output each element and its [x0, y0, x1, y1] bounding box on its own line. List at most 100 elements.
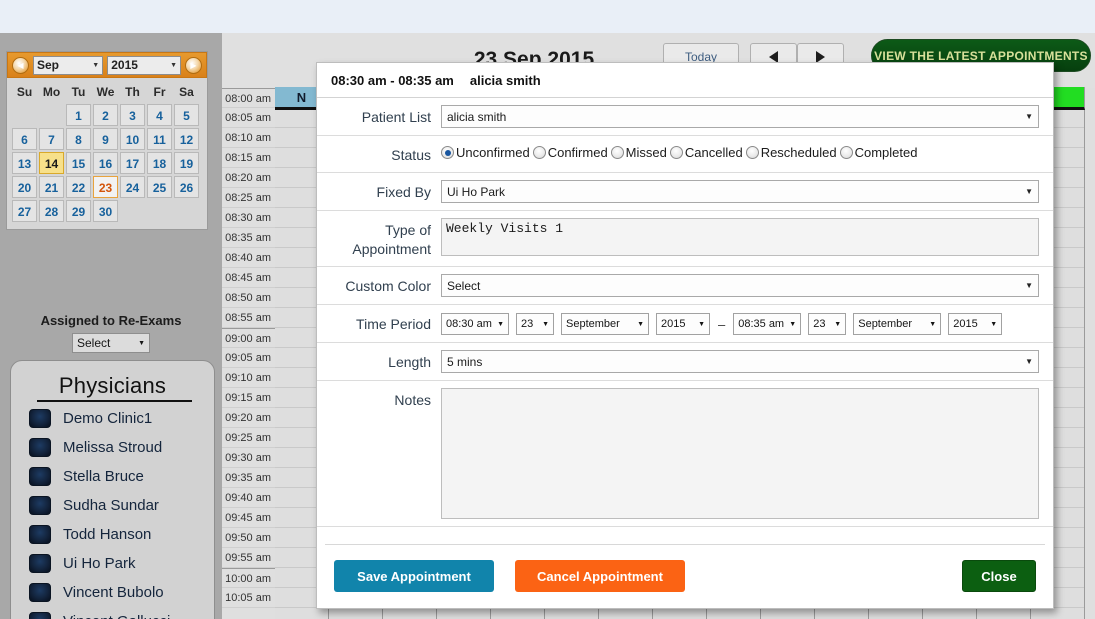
- calendar-day-10[interactable]: 10: [120, 128, 145, 150]
- status-radio-confirmed[interactable]: [532, 146, 546, 159]
- schedule-cell[interactable]: [437, 608, 490, 619]
- calendar-next-icon[interactable]: ▶: [185, 56, 202, 74]
- calendar-day-24[interactable]: 24: [120, 176, 145, 198]
- calendar-day-18[interactable]: 18: [147, 152, 172, 174]
- schedule-cell[interactable]: [329, 608, 382, 619]
- physician-color-swatch[interactable]: [29, 467, 51, 486]
- schedule-cell[interactable]: [761, 608, 814, 619]
- time-slot-label: 08:45 am: [222, 268, 275, 288]
- physician-color-swatch[interactable]: [29, 525, 51, 544]
- calendar-day-empty: [147, 200, 172, 222]
- end-month-select[interactable]: September ▼: [853, 313, 942, 335]
- calendar-day-22[interactable]: 22: [66, 176, 91, 198]
- status-radio-missed[interactable]: [610, 146, 624, 159]
- physician-color-swatch[interactable]: [29, 496, 51, 515]
- schedule-cell[interactable]: [869, 608, 922, 619]
- status-radio-unconfirmed[interactable]: [441, 146, 454, 159]
- schedule-cell[interactable]: [1031, 608, 1084, 619]
- schedule-cell[interactable]: [815, 608, 868, 619]
- physician-color-swatch[interactable]: [29, 554, 51, 573]
- calendar-day-15[interactable]: 15: [66, 152, 91, 174]
- calendar-day-29[interactable]: 29: [66, 200, 91, 222]
- save-appointment-button[interactable]: Save Appointment: [334, 560, 494, 592]
- schedule-cell[interactable]: [653, 608, 706, 619]
- calendar-day-20[interactable]: 20: [12, 176, 37, 198]
- calendar-day-19[interactable]: 19: [174, 152, 199, 174]
- type-of-appointment-label: Type of Appointment: [352, 222, 431, 257]
- physician-list-item[interactable]: Stella Bruce: [11, 462, 214, 491]
- type-of-appointment-textarea[interactable]: Weekly Visits 1: [441, 218, 1039, 256]
- end-year-select[interactable]: 2015 ▼: [948, 313, 1003, 335]
- physician-list-item[interactable]: Sudha Sundar: [11, 491, 214, 520]
- physician-color-swatch[interactable]: [29, 583, 51, 602]
- calendar-day-3[interactable]: 3: [120, 104, 145, 126]
- calendar-year-select[interactable]: 2015 ▼: [107, 55, 181, 75]
- start-time-select[interactable]: 08:30 am ▼: [441, 313, 509, 335]
- calendar-day-6[interactable]: 6: [12, 128, 37, 150]
- physician-list-item[interactable]: Vincent Gallucci: [11, 607, 214, 619]
- calendar-day-25[interactable]: 25: [147, 176, 172, 198]
- time-slot-label: 09:25 am: [222, 428, 275, 448]
- calendar-day-14[interactable]: 14: [39, 152, 64, 174]
- time-slot-label: 08:55 am: [222, 308, 275, 328]
- calendar-day-9[interactable]: 9: [93, 128, 118, 150]
- schedule-cell[interactable]: [275, 608, 328, 619]
- schedule-cell[interactable]: [707, 608, 760, 619]
- field-row-type-of-appointment: Type of Appointment Weekly Visits 1: [317, 211, 1053, 267]
- schedule-cell[interactable]: [545, 608, 598, 619]
- physician-list-item[interactable]: Vincent Bubolo: [11, 578, 214, 607]
- physician-list-item[interactable]: Demo Clinic1: [11, 404, 214, 433]
- calendar-day-26[interactable]: 26: [174, 176, 199, 198]
- schedule-cell[interactable]: [599, 608, 652, 619]
- physician-name: Vincent Bubolo: [63, 584, 164, 601]
- physician-list-item[interactable]: Ui Ho Park: [11, 549, 214, 578]
- custom-color-select[interactable]: Select ▼: [441, 274, 1039, 297]
- calendar-prev-icon[interactable]: ◀: [12, 56, 29, 74]
- calendar-day-13[interactable]: 13: [12, 152, 37, 174]
- calendar-day-16[interactable]: 16: [93, 152, 118, 174]
- notes-textarea[interactable]: [441, 388, 1039, 519]
- length-select[interactable]: 5 mins ▼: [441, 350, 1039, 373]
- calendar-day-7[interactable]: 7: [39, 128, 64, 150]
- calendar-day-21[interactable]: 21: [39, 176, 64, 198]
- schedule-cell[interactable]: [491, 608, 544, 619]
- close-button[interactable]: Close: [962, 560, 1036, 592]
- calendar-day-4[interactable]: 4: [147, 104, 172, 126]
- fixed-by-select[interactable]: Ui Ho Park ▼: [441, 180, 1039, 203]
- physician-color-swatch[interactable]: [29, 612, 51, 619]
- divider: [325, 544, 1045, 545]
- end-time-select[interactable]: 08:35 am ▼: [733, 313, 802, 335]
- schedule-cell[interactable]: [923, 608, 976, 619]
- physician-list-item[interactable]: Todd Hanson: [11, 520, 214, 549]
- calendar-day-12[interactable]: 12: [174, 128, 199, 150]
- assigned-to-reexams-select[interactable]: Select ▼: [72, 333, 150, 353]
- calendar-day-11[interactable]: 11: [147, 128, 172, 150]
- schedule-cell[interactable]: [977, 608, 1030, 619]
- status-radio-rescheduled[interactable]: [745, 146, 759, 159]
- schedule-cell[interactable]: [383, 608, 436, 619]
- calendar-day-30[interactable]: 30: [93, 200, 118, 222]
- physician-list-item[interactable]: Melissa Stroud: [11, 433, 214, 462]
- start-year-select[interactable]: 2015 ▼: [656, 313, 710, 335]
- time-slot-label: 08:15 am: [222, 148, 275, 168]
- calendar-day-8[interactable]: 8: [66, 128, 91, 150]
- calendar-month-select[interactable]: Sep ▼: [33, 55, 104, 75]
- calendar-day-2[interactable]: 2: [93, 104, 118, 126]
- end-day-select[interactable]: 23 ▼: [808, 313, 847, 335]
- calendar-day-17[interactable]: 17: [120, 152, 145, 174]
- calendar-day-1[interactable]: 1: [66, 104, 91, 126]
- physician-color-swatch[interactable]: [29, 409, 51, 428]
- status-radio-completed[interactable]: [839, 146, 853, 159]
- calendar-day-5[interactable]: 5: [174, 104, 199, 126]
- calendar-day-empty: [120, 200, 145, 222]
- calendar-day-23[interactable]: 23: [93, 176, 118, 198]
- calendar-day-28[interactable]: 28: [39, 200, 64, 222]
- physician-color-swatch[interactable]: [29, 438, 51, 457]
- patient-list-select[interactable]: alicia smith ▼: [441, 105, 1039, 128]
- status-radio-cancelled[interactable]: [669, 146, 683, 159]
- calendar-day-27[interactable]: 27: [12, 200, 37, 222]
- cancel-appointment-button[interactable]: Cancel Appointment: [515, 560, 685, 592]
- appointment-dialog-header: 08:30 am - 08:35 am alicia smith: [317, 63, 1053, 98]
- start-month-select[interactable]: September ▼: [561, 313, 649, 335]
- start-day-select[interactable]: 23 ▼: [516, 313, 554, 335]
